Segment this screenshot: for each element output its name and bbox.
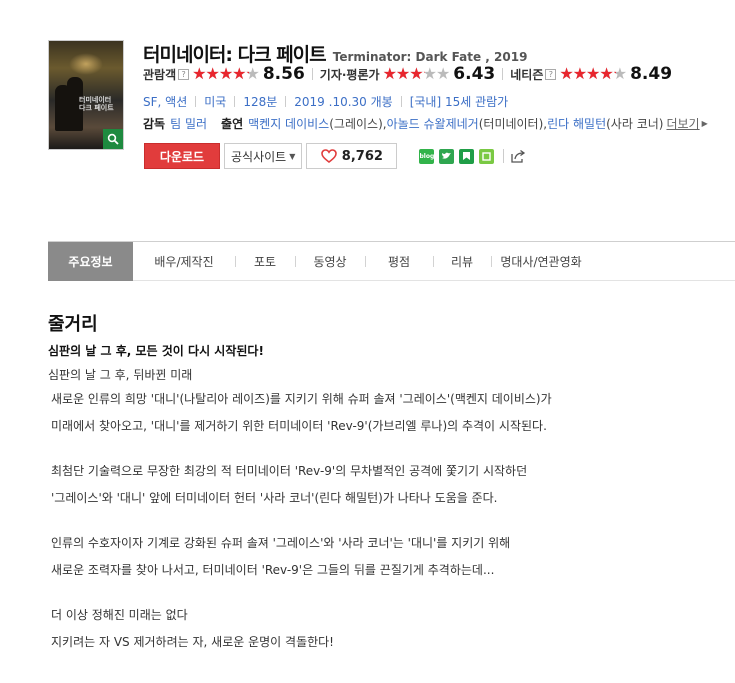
synopsis-line: 인류의 수호자이자 기계로 강화된 슈퍼 솔져 '그레이스'와 '사라 코너'는… [51, 536, 511, 550]
audience-rating-label: 관람객 [143, 67, 177, 82]
age-grade-link[interactable]: [국내] 15세 관람가 [410, 93, 509, 110]
synopsis-line: 더 이상 정해진 미래는 없다 [51, 608, 188, 622]
critic-rating-label: 기자·평론가 [319, 67, 380, 82]
line-share-icon[interactable] [479, 148, 495, 164]
country-link[interactable]: 미국 [204, 93, 226, 110]
tab-4[interactable]: 평점 [365, 242, 433, 281]
synopsis-line: 미래에서 찾아오고, '대니'를 제거하기 위한 터미네이터 'Rev-9'(가… [51, 419, 547, 433]
book-share-icon[interactable] [459, 148, 475, 164]
runtime: 128분 [243, 95, 278, 109]
release-date-link[interactable]: 2019 .10.30 개봉 [294, 93, 392, 110]
ratings-row: 관람객 ? ★★★★★★★★★★ 8.56 기자·평론가 ★★★★★★★★★★ … [143, 63, 672, 85]
download-button[interactable]: 다운로드 [144, 143, 220, 169]
magnifier-icon [107, 133, 119, 145]
tab-5[interactable]: 리뷰 [433, 242, 491, 281]
divider [311, 68, 313, 80]
like-count: 8,762 [341, 148, 383, 164]
synopsis-line: 지키려는 자 VS 제거하려는 자, 새로운 운명이 격돌한다! [51, 635, 334, 649]
critic-score: 6.43 [453, 64, 496, 84]
audience-star-rating: ★★★★★★★★★★ [192, 64, 260, 83]
blog-share-icon[interactable]: blog [419, 148, 435, 164]
divider [400, 96, 402, 107]
share-link-icon[interactable] [510, 149, 526, 164]
synopsis-line: 심판의 날 그 후, 뒤바뀐 미래 [48, 368, 193, 382]
cast-link[interactable]: 맥켄지 데이비스 [248, 115, 329, 132]
divider [234, 96, 236, 107]
more-cast-link[interactable]: 더보기 [666, 115, 699, 132]
poster-title: 터미네이터 다크 페이트 [79, 96, 114, 112]
poster-glow [69, 53, 103, 75]
synopsis-line: 최첨단 기술력으로 무장한 최강의 적 터미네이터 'Rev-9'의 무차별적인… [51, 464, 528, 478]
cast-link[interactable]: 린다 해밀턴 [547, 115, 606, 132]
help-icon[interactable]: ? [545, 68, 557, 80]
official-site-dropdown[interactable]: 공식사이트 ▼ [224, 143, 303, 169]
netizen-rating-label: 네티즌 [510, 67, 544, 82]
tab-1[interactable]: 배우/제작진 [133, 242, 235, 281]
synopsis-line: 새로운 조력자를 찾아 나서고, 터미네이터 'Rev-9'은 그들의 뒤를 끈… [51, 563, 495, 577]
cast-role: (터미네이터), [478, 117, 548, 131]
synopsis-line: '그레이스'와 '대니' 앞에 터미네이터 헌터 '사라 코너'(린다 해밀턴)… [51, 491, 498, 505]
genre-link[interactable]: SF, 액션 [143, 93, 187, 110]
help-icon[interactable]: ? [178, 68, 190, 80]
divider [195, 96, 197, 107]
cast-role: (그레이스), [329, 117, 387, 131]
movie-poster[interactable]: 터미네이터 다크 페이트 [48, 40, 124, 150]
credits-row: 감독 팀 밀러 출연 맥켄지 데이비스 (그레이스), 아놀드 슈왈제네거 (터미네… [143, 115, 708, 132]
synopsis-body: 심판의 날 그 후, 모든 것이 다시 시작된다! 심판의 날 그 후, 뒤바뀐… [48, 342, 708, 660]
tab-0[interactable]: 주요정보 [48, 241, 133, 281]
director-link[interactable]: 팀 밀러 [170, 115, 207, 132]
divider [285, 96, 287, 107]
detail-tabs: 주요정보 배우/제작진 포토 동영상 평점 리뷰 명대사/연관영화 [48, 241, 735, 281]
caret-down-icon: ▼ [289, 151, 296, 161]
heart-icon [320, 149, 337, 163]
action-bar: 다운로드 공식사이트 ▼ 8,762 blog [144, 143, 526, 169]
like-button[interactable]: 8,762 [306, 143, 398, 169]
synopsis-title: 줄거리 [48, 314, 98, 335]
director-label: 감독 [143, 117, 166, 131]
chevron-right-icon: ▶ [701, 119, 708, 128]
tab-3[interactable]: 동영상 [295, 242, 365, 281]
share-icons: blog [419, 148, 526, 164]
audience-score: 8.56 [262, 64, 305, 84]
tab-2[interactable]: 포토 [235, 242, 295, 281]
twitter-share-icon[interactable] [439, 148, 455, 164]
cast-role: (사라 코너) [606, 117, 664, 131]
zoom-button[interactable] [103, 129, 123, 149]
official-site-label: 공식사이트 [231, 149, 287, 164]
cast-label: 출연 [221, 117, 244, 131]
critic-star-rating: ★★★★★★★★★★ [382, 64, 451, 83]
tab-6[interactable]: 명대사/연관영화 [491, 242, 591, 281]
synopsis-line: 새로운 인류의 희망 '대니'(나탈리아 레이즈)를 지키기 위해 슈퍼 솔져 … [51, 392, 552, 406]
netizen-score: 8.49 [630, 64, 673, 84]
synopsis-headline: 심판의 날 그 후, 모든 것이 다시 시작된다! [48, 344, 264, 358]
netizen-star-rating: ★★★★★★★★★★ [559, 64, 627, 83]
movie-meta: SF, 액션 미국 128분 2019 .10.30 개봉 [국내] 15세 관… [143, 93, 508, 110]
cast-link[interactable]: 아놀드 슈왈제네거 [387, 115, 479, 132]
movie-title-english: Terminator: Dark Fate , 2019 [332, 50, 528, 64]
divider [503, 149, 505, 163]
divider [502, 68, 504, 80]
